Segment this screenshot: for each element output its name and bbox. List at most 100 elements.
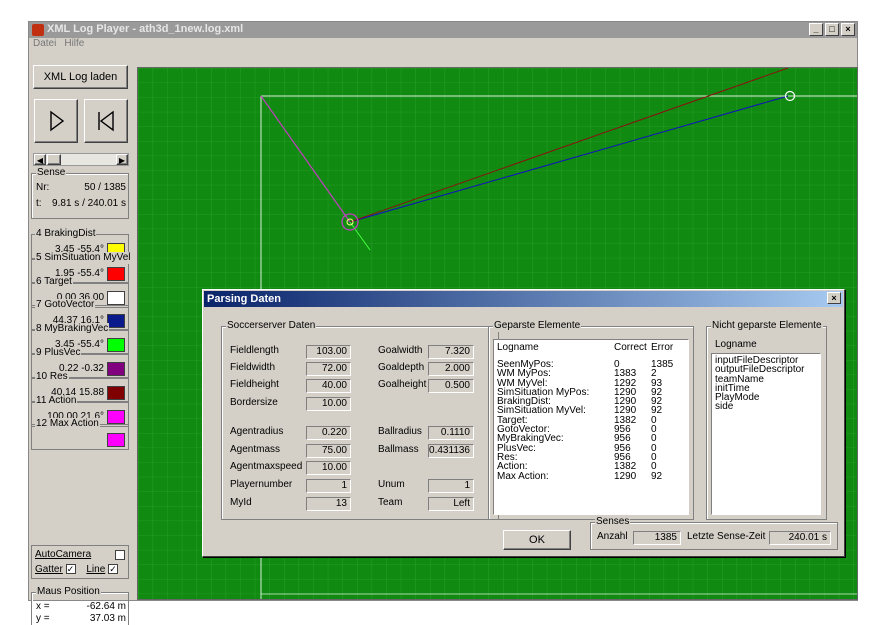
server-field-value: 7.320 <box>428 345 474 359</box>
sense-t-value: 9.81 s / 240.01 s <box>52 198 126 209</box>
scroll-right-icon[interactable]: ▶ <box>116 154 128 165</box>
gatter-label: Gatter <box>35 564 63 575</box>
mouse-title: Maus Position <box>36 586 101 598</box>
vector-item-title: 5 SimSituation MyVel <box>35 251 132 264</box>
server-field-value: 72.00 <box>306 362 351 376</box>
server-field-label: Goalwidth <box>378 345 423 356</box>
minimize-button[interactable]: _ <box>809 23 823 36</box>
vector-item-title: 12 Max Action <box>35 418 100 431</box>
server-field-value: 10.00 <box>306 461 351 475</box>
play-icon <box>50 110 65 132</box>
ok-button[interactable]: OK <box>503 530 571 550</box>
parsed-elements-list[interactable]: Logname Correct Error SeenMyPos: 0 1385 WM MyP… <box>493 339 689 515</box>
line-label: Line <box>86 564 106 575</box>
gatter-checkbox[interactable]: ✓ <box>65 564 76 575</box>
server-field-value: 13 <box>306 497 351 511</box>
title-bar: XML Log Player - ath3d_1new.log.xml _ □ … <box>29 22 857 38</box>
server-field-value: 0.220 <box>306 426 351 440</box>
list-item[interactable]: side <box>715 402 817 412</box>
sense-group: Sense Nr: 50 / 1385 t: 9.81 s / 240.01 s <box>31 167 129 219</box>
server-field-value: 0.1110 <box>428 426 474 440</box>
list-item[interactable]: PlusVec: 956 0 <box>494 443 688 453</box>
server-field-value: 0.431136 <box>428 444 474 458</box>
error-cell: 92 <box>651 470 663 482</box>
dialog-close-button[interactable]: × <box>827 292 841 304</box>
left-panel: XML Log laden ◀ ▶ Sense Nr: 50 / 1385 t:… <box>29 52 137 625</box>
unparsed-elements-group: Nicht geparste Elemente Logname inputFil… <box>706 320 827 520</box>
vector-item-title: 7 GotoVector <box>35 299 96 312</box>
error-cell: Error <box>651 342 674 353</box>
mouse-x-value: -62.64 m <box>86 601 126 612</box>
color-swatch[interactable] <box>107 338 125 353</box>
sense-nr-value: 50 / 1385 <box>84 182 126 193</box>
server-field-label: Bordersize <box>230 397 278 408</box>
sense-t-label: t: <box>36 198 42 209</box>
autocamera-checkbox[interactable] <box>115 550 125 560</box>
app-window: XML Log Player - ath3d_1new.log.xml _ □ … <box>28 21 858 625</box>
correct-cell: Correct <box>614 342 647 353</box>
color-swatch[interactable] <box>107 362 125 376</box>
color-swatch[interactable] <box>107 314 125 329</box>
server-field-value: 0.500 <box>428 379 474 393</box>
mouse-x-label: x = <box>36 601 50 612</box>
mouse-y-label: y = <box>36 613 50 624</box>
menu-hilfe[interactable]: Hilfe <box>64 38 84 49</box>
server-field-label: Playernumber <box>230 479 293 490</box>
options-group: AutoCamera Gatter ✓ Line ✓ <box>31 545 129 579</box>
close-button[interactable]: × <box>841 23 855 36</box>
server-field-value: 40.00 <box>306 379 351 393</box>
mouse-y-value: 37.03 m <box>89 613 126 624</box>
server-field-value: 10.00 <box>306 397 351 411</box>
color-swatch[interactable] <box>107 385 125 400</box>
vector-item-group: 12 Max Action <box>31 418 129 451</box>
last-sense-time-value: 240.01 s <box>769 531 831 545</box>
server-field-value: 2.000 <box>428 362 474 376</box>
timeline-scrollbar[interactable]: ◀ ▶ <box>33 153 129 166</box>
color-swatch[interactable] <box>107 409 125 424</box>
senses-count-label: Anzahl <box>597 531 628 542</box>
server-field-label: Agentmass <box>230 444 281 455</box>
senses-title: Senses <box>595 516 631 528</box>
list-header: Logname Correct Error <box>494 340 688 356</box>
unparsed-elements-list[interactable]: inputFileDescriptor outputFileDescriptor t… <box>711 353 821 515</box>
color-swatch[interactable] <box>107 433 125 448</box>
play-button[interactable] <box>34 99 78 143</box>
color-swatch[interactable] <box>107 290 125 305</box>
menu-datei[interactable]: Datei <box>33 38 56 49</box>
vector-item-title: 10 Res <box>35 370 69 383</box>
server-field-label: Unum <box>378 479 405 490</box>
vector-item-title: 8 MyBrakingVec <box>35 323 110 336</box>
line-checkbox[interactable]: ✓ <box>108 564 119 575</box>
window-title: XML Log Player - ath3d_1new.log.xml <box>47 23 244 35</box>
server-field-value: 1 <box>306 479 351 493</box>
correct-cell: 1290 <box>614 470 637 482</box>
list-item[interactable]: Max Action: 1290 92 <box>494 470 688 482</box>
rewind-button[interactable] <box>84 99 128 143</box>
senses-count-value: 1385 <box>633 531 681 545</box>
unparsed-elements-title: Nicht geparste Elemente <box>711 320 823 332</box>
scroll-left-icon[interactable]: ◀ <box>34 154 46 165</box>
logname-cell: Logname <box>497 342 539 353</box>
skip-back-icon <box>98 110 114 132</box>
unparsed-header: Logname <box>715 339 757 350</box>
server-field-label: Goaldepth <box>378 362 425 373</box>
mouse-position-group: Maus Position x = -62.64 m y = 37.03 m <box>31 586 129 625</box>
scroll-thumb[interactable] <box>47 154 61 165</box>
menu-bar: Datei Hilfe <box>29 38 857 52</box>
server-field-label: Agentradius <box>230 426 284 437</box>
maximize-button[interactable]: □ <box>825 23 839 36</box>
parsing-dialog: Parsing Daten × Soccerserver Daten Field… <box>202 289 845 557</box>
server-field-label: Ballmass <box>378 444 419 455</box>
server-field-label: Fieldlength <box>230 345 279 356</box>
color-swatch[interactable] <box>107 266 125 281</box>
load-xml-button[interactable]: XML Log laden <box>33 65 128 89</box>
server-field-value: 75.00 <box>306 444 351 458</box>
server-field-label: Fieldwidth <box>230 362 276 373</box>
server-field-label: Agentmaxspeed <box>230 461 303 472</box>
server-field-value: Left <box>428 497 474 511</box>
server-field-label: Fieldheight <box>230 379 279 390</box>
server-field-label: MyId <box>230 497 252 508</box>
senses-group: Senses Anzahl 1385 Letzte Sense-Zeit 240… <box>590 516 838 550</box>
vector-item-title: 9 PlusVec <box>35 347 82 359</box>
last-sense-time-label: Letzte Sense-Zeit <box>687 531 766 542</box>
